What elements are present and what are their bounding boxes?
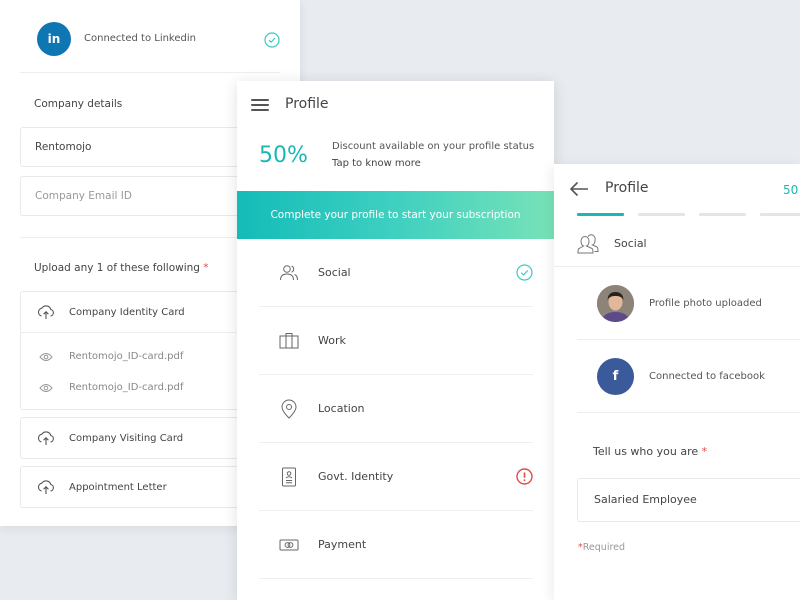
- menu-label: Govt. Identity: [318, 470, 394, 483]
- eye-icon[interactable]: [39, 352, 53, 362]
- progress-stepper: [577, 213, 800, 216]
- step-indicator: [699, 213, 746, 216]
- page-title: Profile: [605, 180, 649, 196]
- banner-text: Complete your profile to start your subs…: [270, 209, 521, 221]
- upload-label: Appointment Letter: [69, 481, 167, 493]
- linkedin-status-text: Connected to Linkedin: [84, 33, 196, 44]
- payment-card-icon: [279, 535, 299, 555]
- section-header-social: Social: [554, 224, 800, 267]
- required-text: Required: [582, 542, 626, 553]
- location-pin-icon: [279, 399, 299, 419]
- users-icon: [577, 234, 599, 258]
- menu-item-work[interactable]: Work: [259, 307, 533, 375]
- briefcase-icon: [279, 331, 299, 351]
- upload-cloud-icon: [37, 430, 55, 446]
- menu-label: Payment: [318, 538, 367, 551]
- check-circle-icon: [264, 32, 280, 52]
- divider: [20, 72, 280, 73]
- upload-cloud-icon: [37, 304, 55, 320]
- facebook-icon: f: [597, 358, 634, 395]
- menu-item-govt-identity[interactable]: Govt. Identity: [259, 443, 533, 511]
- avatar: [597, 285, 634, 322]
- required-mark: *: [701, 445, 708, 458]
- facebook-connection-row[interactable]: f Connected to facebook: [577, 341, 800, 413]
- step-indicator-active: [577, 213, 624, 216]
- back-arrow-icon[interactable]: [569, 181, 589, 201]
- who-are-you-label: Tell us who you are *: [593, 445, 707, 458]
- menu-item-payment[interactable]: Payment: [259, 511, 533, 579]
- upload-label: Company Visiting Card: [69, 432, 184, 444]
- page-title: Profile: [285, 96, 329, 112]
- file-name: Rentomojo_ID-card.pdf: [69, 382, 184, 393]
- hamburger-icon[interactable]: [251, 99, 269, 111]
- profile-header: Profile: [237, 81, 554, 131]
- connection-text: Profile photo uploaded: [649, 298, 762, 309]
- upload-label: Company Identity Card: [69, 306, 185, 318]
- step-indicator: [638, 213, 685, 216]
- occupation-select[interactable]: Salaried Employee: [577, 478, 800, 522]
- discount-percent[interactable]: 50%: [259, 143, 308, 168]
- required-mark: *: [203, 262, 209, 274]
- profile-percent: 50: [783, 183, 799, 197]
- menu-item-social[interactable]: Social: [259, 239, 533, 307]
- profile-photo-row[interactable]: Profile photo uploaded: [577, 268, 800, 340]
- menu-label: Location: [318, 402, 365, 415]
- profile-overview-card: Profile 50% Discount available on your p…: [237, 81, 554, 600]
- upload-cloud-icon: [37, 479, 55, 495]
- complete-profile-banner[interactable]: Complete your profile to start your subs…: [237, 191, 554, 239]
- upload-title-text: Upload any 1 of these following: [34, 262, 200, 274]
- required-note: *Required: [578, 542, 625, 553]
- section-label: Social: [614, 237, 647, 250]
- connection-text: Connected to facebook: [649, 371, 765, 382]
- upload-section-title: Upload any 1 of these following *: [34, 262, 209, 274]
- error-alert-icon: [516, 468, 533, 489]
- know-more-link[interactable]: Tap to know more: [332, 158, 421, 169]
- id-card-icon: [279, 467, 299, 487]
- step-indicator: [760, 213, 800, 216]
- file-name: Rentomojo_ID-card.pdf: [69, 351, 184, 362]
- users-icon: [279, 263, 299, 283]
- menu-label: Social: [318, 266, 351, 279]
- social-profile-card: Profile 50 Social Profile photo uploaded…: [554, 164, 800, 600]
- label-text: Tell us who you are: [593, 445, 699, 458]
- linkedin-connection-row[interactable]: in Connected to Linkedin: [20, 22, 280, 58]
- menu-item-location[interactable]: Location: [259, 375, 533, 443]
- linkedin-icon: in: [37, 22, 71, 56]
- company-details-title: Company details: [34, 98, 123, 110]
- profile-sections-menu: Social Work Location Govt. Identity Paym…: [259, 239, 533, 579]
- check-circle-icon: [516, 264, 533, 285]
- menu-label: Work: [318, 334, 346, 347]
- discount-description: Discount available on your profile statu…: [332, 141, 535, 152]
- eye-icon[interactable]: [39, 383, 53, 393]
